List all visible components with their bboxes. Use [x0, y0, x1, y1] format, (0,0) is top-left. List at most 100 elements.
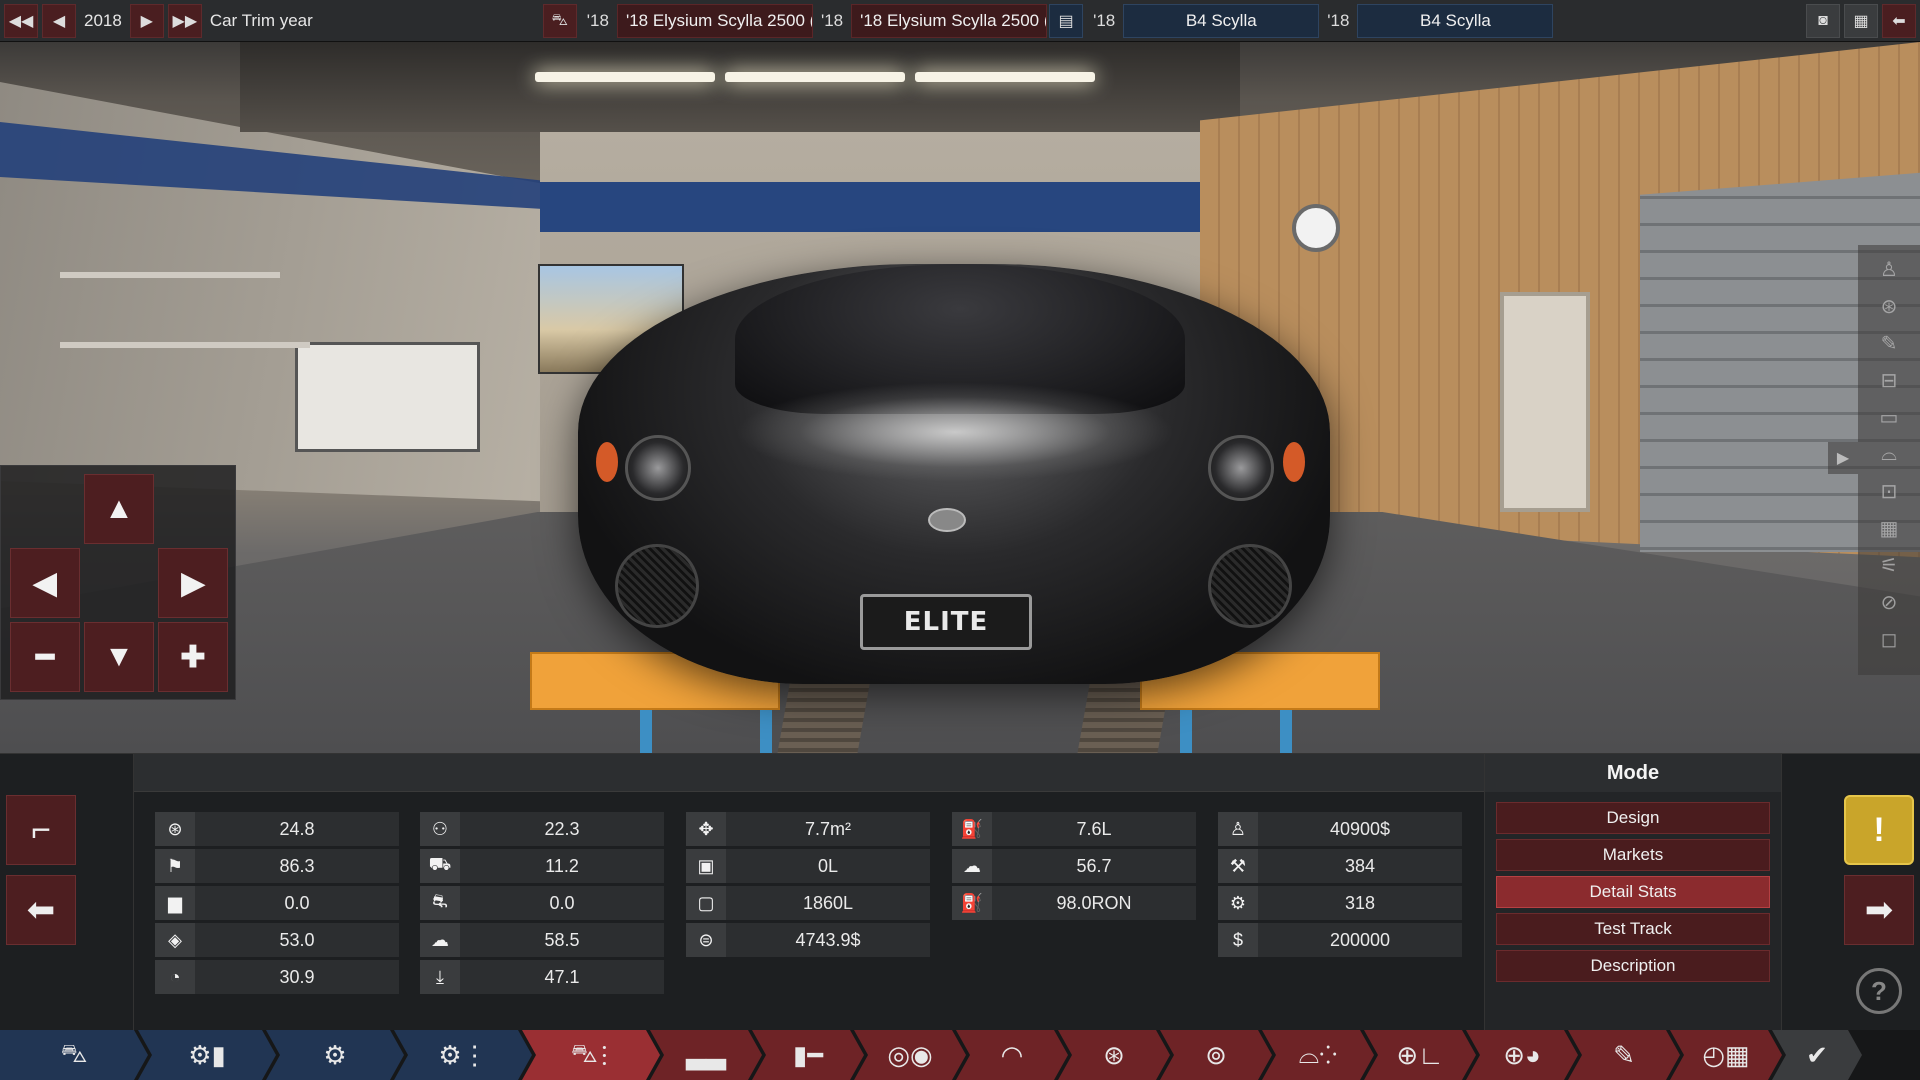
engine-family-field[interactable]: B4 Scylla	[1123, 3, 1320, 38]
tab-safety[interactable]: ⊕◕	[1466, 1030, 1578, 1080]
left-icon: ◀	[52, 12, 66, 30]
chassis-toggle-icon[interactable]: ⊟	[1874, 365, 1904, 395]
double-left-icon: ◀◀	[8, 12, 34, 30]
body-toggle-icon[interactable]: ▭	[1874, 402, 1904, 432]
back-button[interactable]: ⬅	[6, 875, 76, 945]
stat-offroad: 0.0	[460, 886, 664, 920]
exit-button[interactable]: ⬅	[1882, 3, 1916, 38]
wheel-toggle-icon[interactable]: ⊛	[1874, 291, 1904, 321]
grille-toggle-icon[interactable]: ▦	[1874, 513, 1904, 543]
spray-can-icon: ✎	[1613, 1039, 1635, 1070]
help-button[interactable]: ?	[1856, 968, 1902, 1014]
tab-car-model[interactable]: ⛍	[0, 1030, 148, 1080]
view-toggle-strip: ♙ ⊛ ✎ ⊟ ▭ ⌓ ⊡ ▦ ⚟ ⊘ ◻	[1858, 245, 1920, 675]
tab-aero[interactable]: ⌓⁘	[1262, 1030, 1374, 1080]
camera-down-button[interactable]: ▼	[84, 622, 154, 692]
stat-sportiness: 86.3	[195, 849, 399, 883]
mode-markets-button[interactable]: Markets	[1496, 839, 1770, 871]
slot2-year: '18	[820, 10, 844, 30]
ceiling-light	[915, 72, 1095, 82]
spreadsheet-button[interactable]: ▦	[1844, 3, 1878, 38]
suspension-toggle-icon[interactable]: ⚟	[1874, 550, 1904, 580]
stat-practicality: 22.3	[460, 812, 664, 846]
headlights-icon: ◎◉	[887, 1039, 933, 1070]
engine-cylinders-icon: ⚙	[323, 1039, 347, 1070]
stat-row: ⚙ 318	[1218, 886, 1462, 920]
last-year-button[interactable]: ▶▶	[167, 3, 202, 38]
stat-engineering-time: 384	[1258, 849, 1462, 883]
passenger-volume-icon: ▢	[686, 886, 726, 920]
speed-flag-icon: ◴▦	[1702, 1039, 1750, 1070]
tab-engine-family[interactable]: ⚙▮	[138, 1030, 276, 1080]
stat-fuel-economy: 7.6L	[992, 812, 1196, 846]
stat-row: ⊜ 4743.9$	[686, 923, 930, 957]
mode-detail-stats-button[interactable]: Detail Stats	[1496, 876, 1770, 908]
stats-panel: ⌐ ⬅ ⊛ 24.8 ⚑ 86.3 ▆ 0.0 ◈ 53.0 ◔ 30.9 ⚇ 22.3 ⛟…	[0, 753, 1920, 1031]
car-shape-toggle-icon[interactable]: ⌓	[1874, 439, 1904, 469]
camera-up-button[interactable]: ▲	[84, 474, 154, 544]
prev-year-button[interactable]: ◀	[42, 3, 76, 38]
stat-environmental: 58.5	[460, 923, 664, 957]
engine-block-icon: ⚙▮	[188, 1039, 226, 1070]
trim-name-field[interactable]: '18 Elysium Scylla 2500 (	[851, 3, 1048, 38]
back-arrow-icon: ⬅	[26, 891, 56, 929]
stat-row: ☁ 58.5	[420, 923, 664, 957]
engine-variant-field[interactable]: B4 Scylla	[1357, 3, 1554, 38]
paint-toggle-icon[interactable]: ✎	[1874, 328, 1904, 358]
driver-toggle-icon[interactable]: ♙	[1874, 254, 1904, 284]
tab-finish[interactable]: ✔	[1772, 1030, 1862, 1080]
warnings-button[interactable]: !	[1844, 795, 1914, 865]
tab-suspension[interactable]: ▮━	[752, 1030, 864, 1080]
car-body-icon: ⛍	[60, 1037, 88, 1068]
zoom-out-button[interactable]: ━	[10, 622, 80, 692]
tab-engine-bore[interactable]: ⚙	[266, 1030, 404, 1080]
tab-engine-tune[interactable]: ⚙⋮	[394, 1030, 532, 1080]
model-name-field[interactable]: '18 Elysium Scylla 2500 (	[616, 3, 813, 38]
camera-right-button[interactable]: ▶	[158, 548, 228, 618]
slot1-year: '18	[586, 10, 609, 30]
brake-toggle-icon[interactable]: ⊘	[1874, 587, 1904, 617]
tab-interior[interactable]: ⊕∟	[1364, 1030, 1476, 1080]
turn-signal-left	[596, 442, 618, 482]
tab-wheels[interactable]: ⊛	[1058, 1030, 1170, 1080]
tab-tires[interactable]: ⊚	[1160, 1030, 1272, 1080]
checkmark-icon: ✔	[1806, 1039, 1828, 1070]
stat-price: 40900$	[1258, 812, 1462, 846]
stat-safety: 30.9	[195, 960, 399, 994]
engine-select-button[interactable]: ▤	[1049, 3, 1084, 38]
zoom-in-button[interactable]: ✚	[158, 622, 228, 692]
people-icon: ⚇	[420, 812, 460, 846]
fuel-can-icon: ⛽	[952, 812, 992, 846]
next-year-button[interactable]: ▶	[129, 3, 164, 38]
tab-trim[interactable]: ⛍⋮	[522, 1030, 660, 1080]
tab-brakes[interactable]: ◠	[956, 1030, 1068, 1080]
mode-description-button[interactable]: Description	[1496, 950, 1770, 982]
camera-dpad: ▲ ◀ ▶ ━ ▼ ✚	[0, 465, 236, 700]
stat-prestige: 53.0	[195, 923, 399, 957]
tab-paint[interactable]: ✎	[1568, 1030, 1680, 1080]
tab-body-fixtures[interactable]: ◎◉	[854, 1030, 966, 1080]
left-arrow-icon: ◀	[33, 566, 57, 600]
expand-panel-button[interactable]: ▶	[1828, 442, 1858, 474]
car-trim-icon: ⛍⋮	[570, 1037, 612, 1068]
mode-test-track-button[interactable]: Test Track	[1496, 913, 1770, 945]
first-year-button[interactable]: ◀◀	[4, 3, 38, 38]
ceiling	[240, 42, 1240, 132]
stats-column-4: ⛽ 7.6L ☁ 56.7 ⛽ 98.0RON	[952, 812, 1196, 923]
car-select-button[interactable]: ⛍	[542, 3, 577, 38]
back-arrow-icon: ⬅	[1892, 12, 1906, 30]
stat-row: ⤓ 47.1	[420, 960, 664, 994]
engine-toggle-icon[interactable]: ⊡	[1874, 476, 1904, 506]
tab-testing[interactable]: ◴▦	[1670, 1030, 1782, 1080]
seat-icon: ▆	[155, 886, 195, 920]
graph-button[interactable]: ⌐	[6, 795, 76, 865]
next-button[interactable]: ➡	[1844, 875, 1914, 945]
tab-chassis[interactable]: ▃▃	[650, 1030, 762, 1080]
camera-left-button[interactable]: ◀	[10, 548, 80, 618]
brake-disc-icon: ◠	[1000, 1039, 1024, 1070]
car-viewport[interactable]: ELITE ▲ ◀ ▶ ━ ▼ ✚ ▶ ♙ ⊛ ✎ ⊟ ▭ ⌓ ⊡ ▦ ⚟ ⊘ …	[0, 42, 1920, 753]
square-toggle-icon[interactable]: ◻	[1874, 624, 1904, 654]
engine-icon: ▤	[1058, 12, 1074, 30]
screenshot-button[interactable]: ◙	[1806, 3, 1840, 38]
mode-design-button[interactable]: Design	[1496, 802, 1770, 834]
